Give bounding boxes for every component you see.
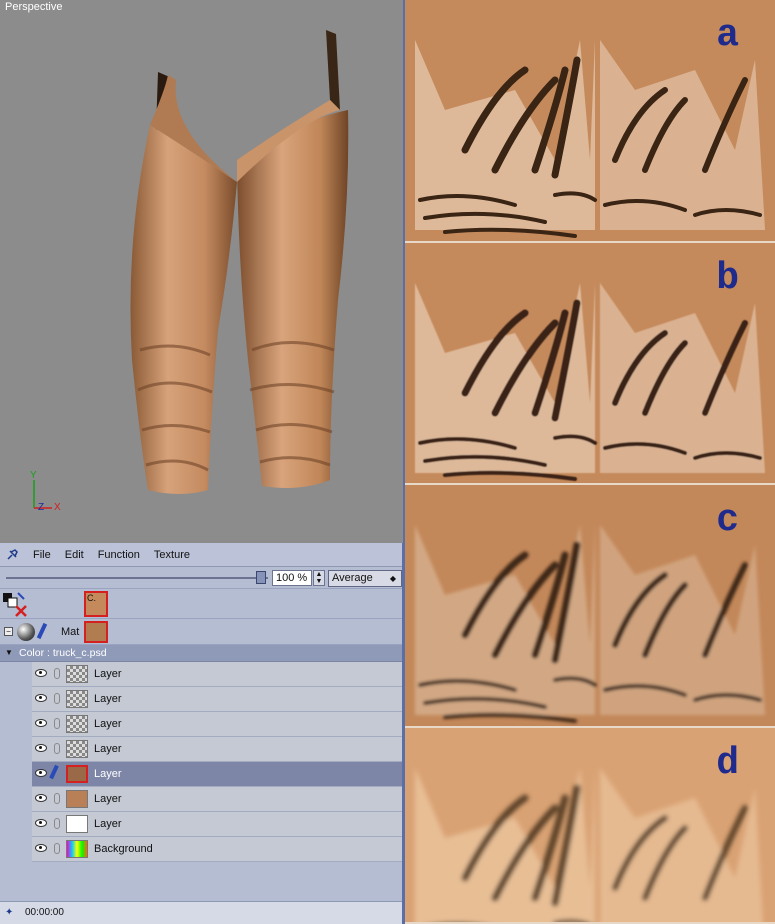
layer-row[interactable]: Layer — [32, 812, 403, 837]
eye-icon[interactable] — [35, 694, 47, 702]
texture-panel-c: c — [405, 485, 775, 728]
layer-name: Layer — [94, 718, 122, 730]
layer-row[interactable]: Background — [32, 837, 403, 862]
opacity-stepper[interactable]: ▲ ▼ — [313, 570, 325, 586]
link-icon[interactable] — [54, 743, 60, 754]
layer-row[interactable]: Layer — [32, 712, 403, 737]
layer-name: Layer — [94, 693, 122, 705]
channel-swatch[interactable]: C. — [84, 591, 108, 617]
eye-icon[interactable] — [35, 769, 47, 777]
color-channel-row[interactable]: ▼ Color : truck_c.psd — [0, 645, 403, 662]
channel-swatch-label: C. — [87, 593, 96, 603]
material-name: Mat — [61, 626, 80, 638]
panel-edge — [402, 543, 404, 924]
layer-row[interactable]: Layer — [32, 787, 403, 812]
link-icon[interactable] — [54, 718, 60, 729]
chaps-model — [33, 30, 349, 509]
eye-icon[interactable] — [35, 719, 47, 727]
channel-swap-icon[interactable] — [2, 591, 28, 617]
chevron-down-icon: ◆ — [389, 574, 397, 583]
layer-thumbnail — [66, 715, 88, 733]
viewport-label: Perspective — [5, 1, 63, 13]
pin-icon[interactable] — [5, 548, 19, 562]
perspective-viewport[interactable]: Perspective Y Z X — [0, 0, 403, 543]
link-icon[interactable] — [54, 843, 60, 854]
blend-mode-select[interactable]: Average ◆ — [328, 570, 402, 587]
timeline-bar: ✦ 00:00:00 — [0, 901, 403, 924]
material-row[interactable]: − Mat — [0, 619, 403, 645]
texture-letter: b — [716, 257, 739, 300]
eye-icon[interactable] — [35, 669, 47, 677]
opacity-slider-thumb[interactable] — [256, 571, 266, 584]
texture-letter: d — [716, 742, 739, 785]
layer-thumbnail — [66, 815, 88, 833]
eye-icon[interactable] — [35, 844, 47, 852]
blend-mode-value: Average — [332, 572, 373, 584]
link-icon[interactable] — [54, 668, 60, 679]
brush-icon — [49, 764, 59, 780]
texture-panel-a: a — [405, 0, 775, 243]
layer-thumbnail — [66, 840, 88, 858]
menu-file[interactable]: File — [33, 549, 51, 561]
layer-thumbnail — [66, 690, 88, 708]
z-axis-label: Z — [38, 502, 45, 513]
eye-icon[interactable] — [35, 819, 47, 827]
layer-thumbnail — [66, 740, 88, 758]
layer-row[interactable]: Layer — [32, 687, 403, 712]
layer-name: Layer — [94, 743, 122, 755]
menu-function[interactable]: Function — [98, 549, 140, 561]
opacity-slider[interactable] — [6, 577, 268, 579]
layer-thumbnail — [66, 665, 88, 683]
eye-icon[interactable] — [35, 744, 47, 752]
x-axis-label: X — [54, 502, 61, 513]
expand-triangle-icon[interactable]: ▼ — [5, 648, 13, 657]
layer-name: Layer — [94, 668, 122, 680]
layer-name: Layer — [94, 818, 122, 830]
layer-manager-panel: File Edit Function Texture 100 % ▲ ▼ Aver… — [0, 543, 403, 924]
texture-letter: a — [716, 14, 739, 57]
layer-toolbar: 100 % ▲ ▼ Average ◆ — [0, 567, 403, 589]
link-icon[interactable] — [54, 793, 60, 804]
color-channel-label: Color : truck_c.psd — [19, 647, 107, 659]
opacity-input[interactable]: 100 % — [272, 570, 312, 586]
app-window: Perspective Y Z X a b c d File Edit Functio… — [0, 0, 775, 924]
layer-row[interactable]: Layer — [32, 762, 403, 787]
layer-row[interactable]: Layer — [32, 662, 403, 687]
texture-panel-b: b — [405, 243, 775, 485]
layer-thumbnail — [66, 765, 88, 783]
menu-edit[interactable]: Edit — [65, 549, 84, 561]
timeline-icon: ✦ — [5, 907, 14, 918]
eye-icon[interactable] — [35, 794, 47, 802]
link-icon[interactable] — [54, 818, 60, 829]
material-preview-icon — [17, 623, 35, 641]
layer-thumbnail — [66, 790, 88, 808]
layer-list: Layer Layer Layer Layer Layer Layer Layer Backg… — [32, 662, 403, 862]
material-header: C. — [0, 589, 403, 619]
brush-icon — [36, 622, 48, 640]
menu-texture[interactable]: Texture — [154, 549, 190, 561]
link-icon[interactable] — [54, 693, 60, 704]
texture-panel-d: d — [405, 728, 775, 924]
layer-name: Background — [94, 843, 153, 855]
collapse-toggle[interactable]: − — [4, 627, 13, 636]
timeline-time: 00:00:00 — [25, 907, 64, 918]
texture-letter: c — [716, 499, 739, 542]
layer-name: Layer — [94, 793, 122, 805]
texture-comparison: a b c d — [405, 0, 775, 924]
layer-menubar: File Edit Function Texture — [0, 543, 403, 567]
layer-row[interactable]: Layer — [32, 737, 403, 762]
layer-name: Layer — [94, 768, 122, 780]
y-axis-label: Y — [30, 470, 37, 481]
material-texture-thumb[interactable] — [84, 621, 108, 643]
